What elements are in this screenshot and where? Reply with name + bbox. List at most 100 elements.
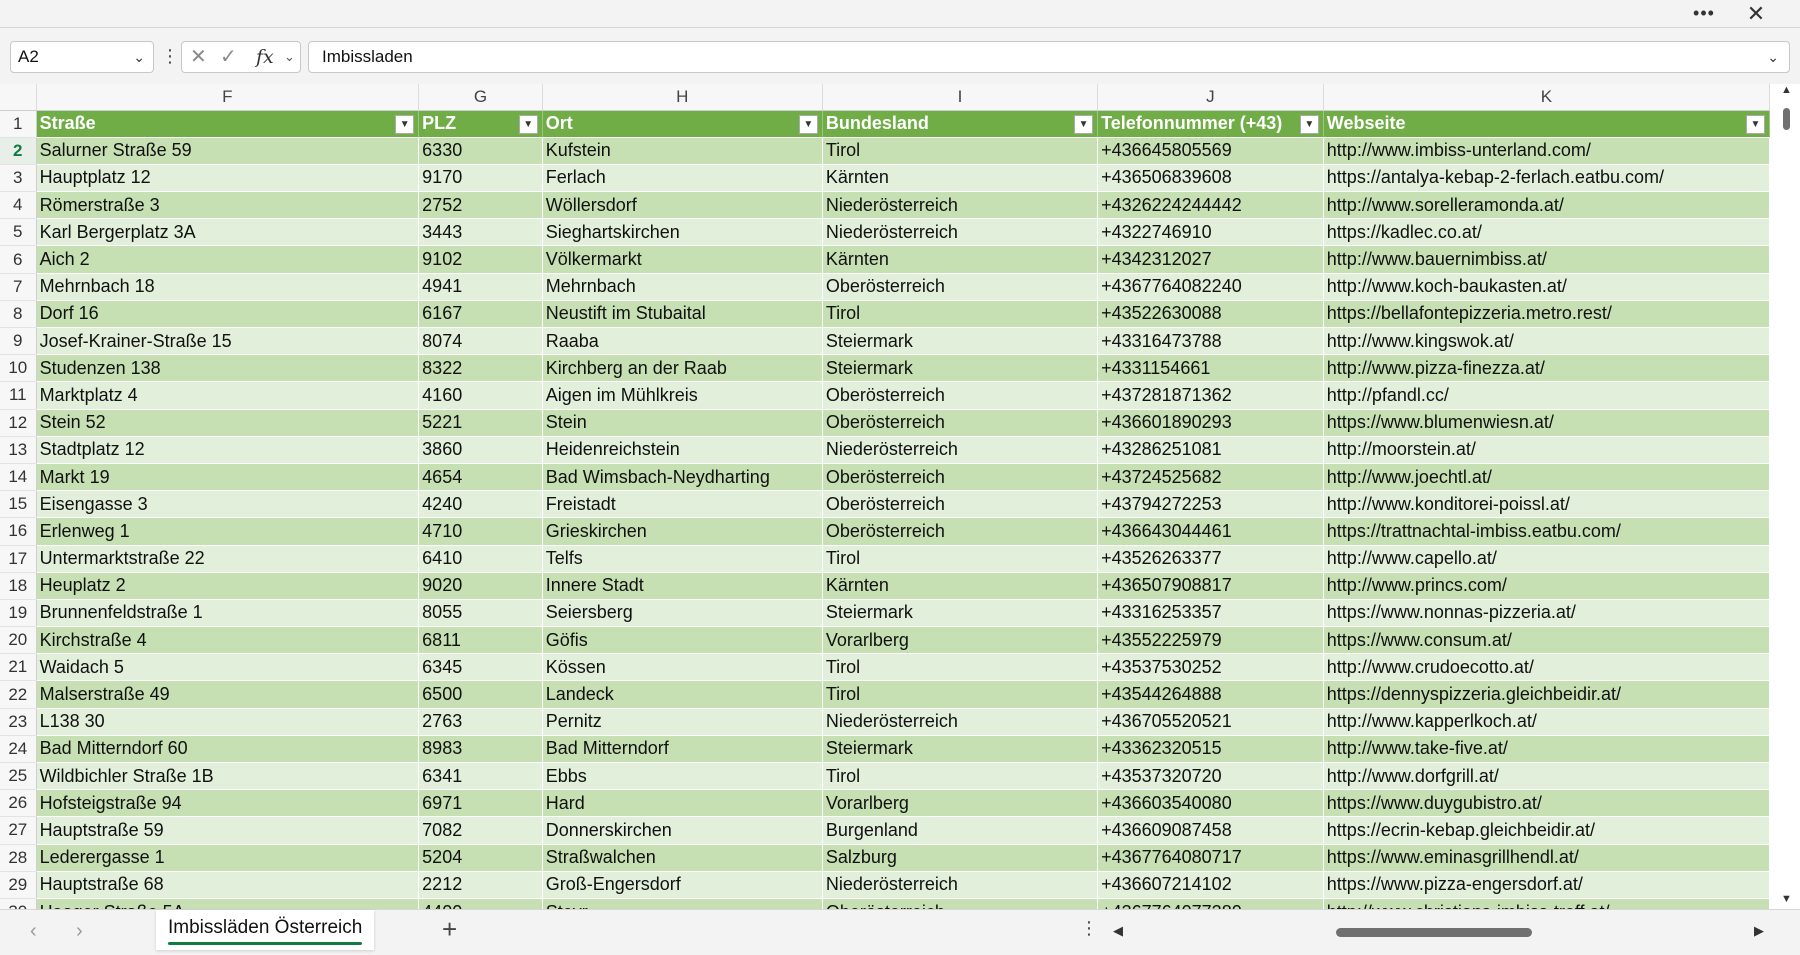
- row-number[interactable]: 25: [0, 762, 37, 791]
- table-cell[interactable]: 2752: [418, 191, 543, 220]
- table-cell[interactable]: Grieskirchen: [542, 517, 823, 546]
- table-cell[interactable]: 2763: [418, 708, 543, 736]
- row-number[interactable]: 13: [0, 436, 37, 464]
- table-cell[interactable]: Steyr: [542, 898, 823, 909]
- table-cell[interactable]: Göfis: [542, 626, 823, 655]
- table-cell[interactable]: +4367764082240: [1097, 273, 1324, 301]
- table-cell[interactable]: Bad Wimsbach-Neydharting: [542, 463, 823, 492]
- select-all-corner[interactable]: [0, 84, 37, 111]
- table-cell[interactable]: Oberösterreich: [822, 490, 1099, 519]
- table-header-cell[interactable]: Straße ▼: [36, 110, 420, 138]
- column-header-g[interactable]: G: [418, 84, 543, 111]
- table-cell[interactable]: 8983: [418, 735, 543, 764]
- table-cell[interactable]: https://kadlec.co.at/: [1323, 218, 1770, 247]
- table-cell[interactable]: 6971: [418, 789, 543, 818]
- table-cell[interactable]: http://moorstein.at/: [1323, 436, 1770, 464]
- row-number[interactable]: 12: [0, 409, 37, 437]
- filter-dropdown-icon[interactable]: ▼: [1074, 114, 1094, 134]
- table-cell[interactable]: Stein: [542, 409, 823, 437]
- table-cell[interactable]: +436506839608: [1097, 164, 1324, 193]
- table-cell[interactable]: +43537530252: [1097, 653, 1324, 682]
- enter-icon[interactable]: ✓: [220, 42, 237, 72]
- row-number[interactable]: 27: [0, 816, 37, 845]
- table-cell[interactable]: Vorarlberg: [822, 626, 1099, 655]
- table-cell[interactable]: Hauptstraße 68: [36, 871, 420, 899]
- filter-dropdown-icon[interactable]: ▼: [798, 114, 818, 134]
- table-cell[interactable]: Oberösterreich: [822, 517, 1099, 546]
- expand-formula-chevron-icon[interactable]: ⌄: [1767, 42, 1779, 72]
- table-cell[interactable]: Stein 52: [36, 409, 420, 437]
- table-cell[interactable]: 3860: [418, 436, 543, 464]
- row-number[interactable]: 11: [0, 381, 37, 410]
- row-number[interactable]: 1: [0, 110, 37, 138]
- table-cell[interactable]: +436643044461: [1097, 517, 1324, 546]
- table-cell[interactable]: Burgenland: [822, 816, 1099, 845]
- table-cell[interactable]: Salzburg: [822, 844, 1099, 872]
- table-cell[interactable]: Ebbs: [542, 762, 823, 791]
- table-cell[interactable]: 9102: [418, 245, 543, 274]
- table-cell[interactable]: Mehrnbach: [542, 273, 823, 301]
- table-cell[interactable]: 4240: [418, 490, 543, 519]
- table-cell[interactable]: 6811: [418, 626, 543, 655]
- table-cell[interactable]: http://www.koch-baukasten.at/: [1323, 273, 1770, 301]
- table-cell[interactable]: Kärnten: [822, 572, 1099, 600]
- table-cell[interactable]: http://www.pizza-finezza.at/: [1323, 354, 1770, 383]
- table-cell[interactable]: Steiermark: [822, 599, 1099, 628]
- row-number[interactable]: 14: [0, 463, 37, 492]
- table-cell[interactable]: https://ecrin-kebap.gleichbeidir.at/: [1323, 816, 1770, 845]
- row-number[interactable]: 7: [0, 273, 37, 301]
- table-header-cell[interactable]: PLZ ▼: [418, 110, 543, 138]
- table-cell[interactable]: +4322746910: [1097, 218, 1324, 247]
- table-cell[interactable]: Niederösterreich: [822, 871, 1099, 899]
- table-cell[interactable]: Pernitz: [542, 708, 823, 736]
- more-options-icon[interactable]: •••: [1686, 1, 1722, 25]
- formula-input[interactable]: Imbissladen ⌄: [308, 41, 1790, 73]
- scroll-down-icon[interactable]: ▼: [1781, 893, 1792, 905]
- table-cell[interactable]: Kirchberg an der Raab: [542, 354, 823, 383]
- table-cell[interactable]: Kufstein: [542, 137, 823, 165]
- table-cell[interactable]: +43724525682: [1097, 463, 1324, 492]
- table-cell[interactable]: Wöllersdorf: [542, 191, 823, 220]
- table-cell[interactable]: 6341: [418, 762, 543, 791]
- table-cell[interactable]: Hauptplatz 12: [36, 164, 420, 193]
- table-cell[interactable]: https://trattnachtal-imbiss.eatbu.com/: [1323, 517, 1770, 546]
- table-cell[interactable]: Niederösterreich: [822, 218, 1099, 247]
- table-cell[interactable]: Groß-Engersdorf: [542, 871, 823, 899]
- table-cell[interactable]: Heidenreichstein: [542, 436, 823, 464]
- table-cell[interactable]: Steiermark: [822, 354, 1099, 383]
- table-cell[interactable]: Markt 19: [36, 463, 420, 492]
- row-number[interactable]: 8: [0, 300, 37, 329]
- close-icon[interactable]: ✕: [1740, 0, 1772, 28]
- previous-sheet-icon[interactable]: ‹: [30, 920, 37, 943]
- table-cell[interactable]: 8055: [418, 599, 543, 628]
- table-cell[interactable]: Hauptstraße 59: [36, 816, 420, 845]
- row-number[interactable]: 24: [0, 735, 37, 764]
- filter-dropdown-icon[interactable]: ▼: [1746, 114, 1765, 134]
- table-cell[interactable]: Studenzen 138: [36, 354, 420, 383]
- table-cell[interactable]: Mehrnbach 18: [36, 273, 420, 301]
- table-cell[interactable]: Marktplatz 4: [36, 381, 420, 410]
- table-cell[interactable]: http://www.joechtl.at/: [1323, 463, 1770, 492]
- table-cell[interactable]: Steiermark: [822, 735, 1099, 764]
- table-cell[interactable]: http://www.kapperlkoch.at/: [1323, 708, 1770, 736]
- row-number[interactable]: 23: [0, 708, 37, 736]
- table-cell[interactable]: Josef-Krainer-Straße 15: [36, 327, 420, 356]
- table-cell[interactable]: Aich 2: [36, 245, 420, 274]
- table-cell[interactable]: Steiermark: [822, 327, 1099, 356]
- filter-dropdown-icon[interactable]: ▼: [1299, 114, 1319, 134]
- table-cell[interactable]: Wildbichler Straße 1B: [36, 762, 420, 791]
- column-header-f[interactable]: F: [36, 84, 420, 111]
- table-cell[interactable]: http://www.christians-imbiss-treff.at/: [1323, 898, 1770, 909]
- table-cell[interactable]: +43552225979: [1097, 626, 1324, 655]
- table-cell[interactable]: +43544264888: [1097, 680, 1324, 709]
- table-cell[interactable]: Oberösterreich: [822, 273, 1099, 301]
- table-cell[interactable]: +436607214102: [1097, 871, 1324, 899]
- table-cell[interactable]: Malserstraße 49: [36, 680, 420, 709]
- table-cell[interactable]: Landeck: [542, 680, 823, 709]
- table-header-cell[interactable]: Telefonnummer (+43) ▼: [1097, 110, 1324, 138]
- table-cell[interactable]: 3443: [418, 218, 543, 247]
- table-cell[interactable]: 4160: [418, 381, 543, 410]
- row-number[interactable]: 18: [0, 572, 37, 600]
- table-cell[interactable]: 5221: [418, 409, 543, 437]
- row-number[interactable]: 22: [0, 680, 37, 709]
